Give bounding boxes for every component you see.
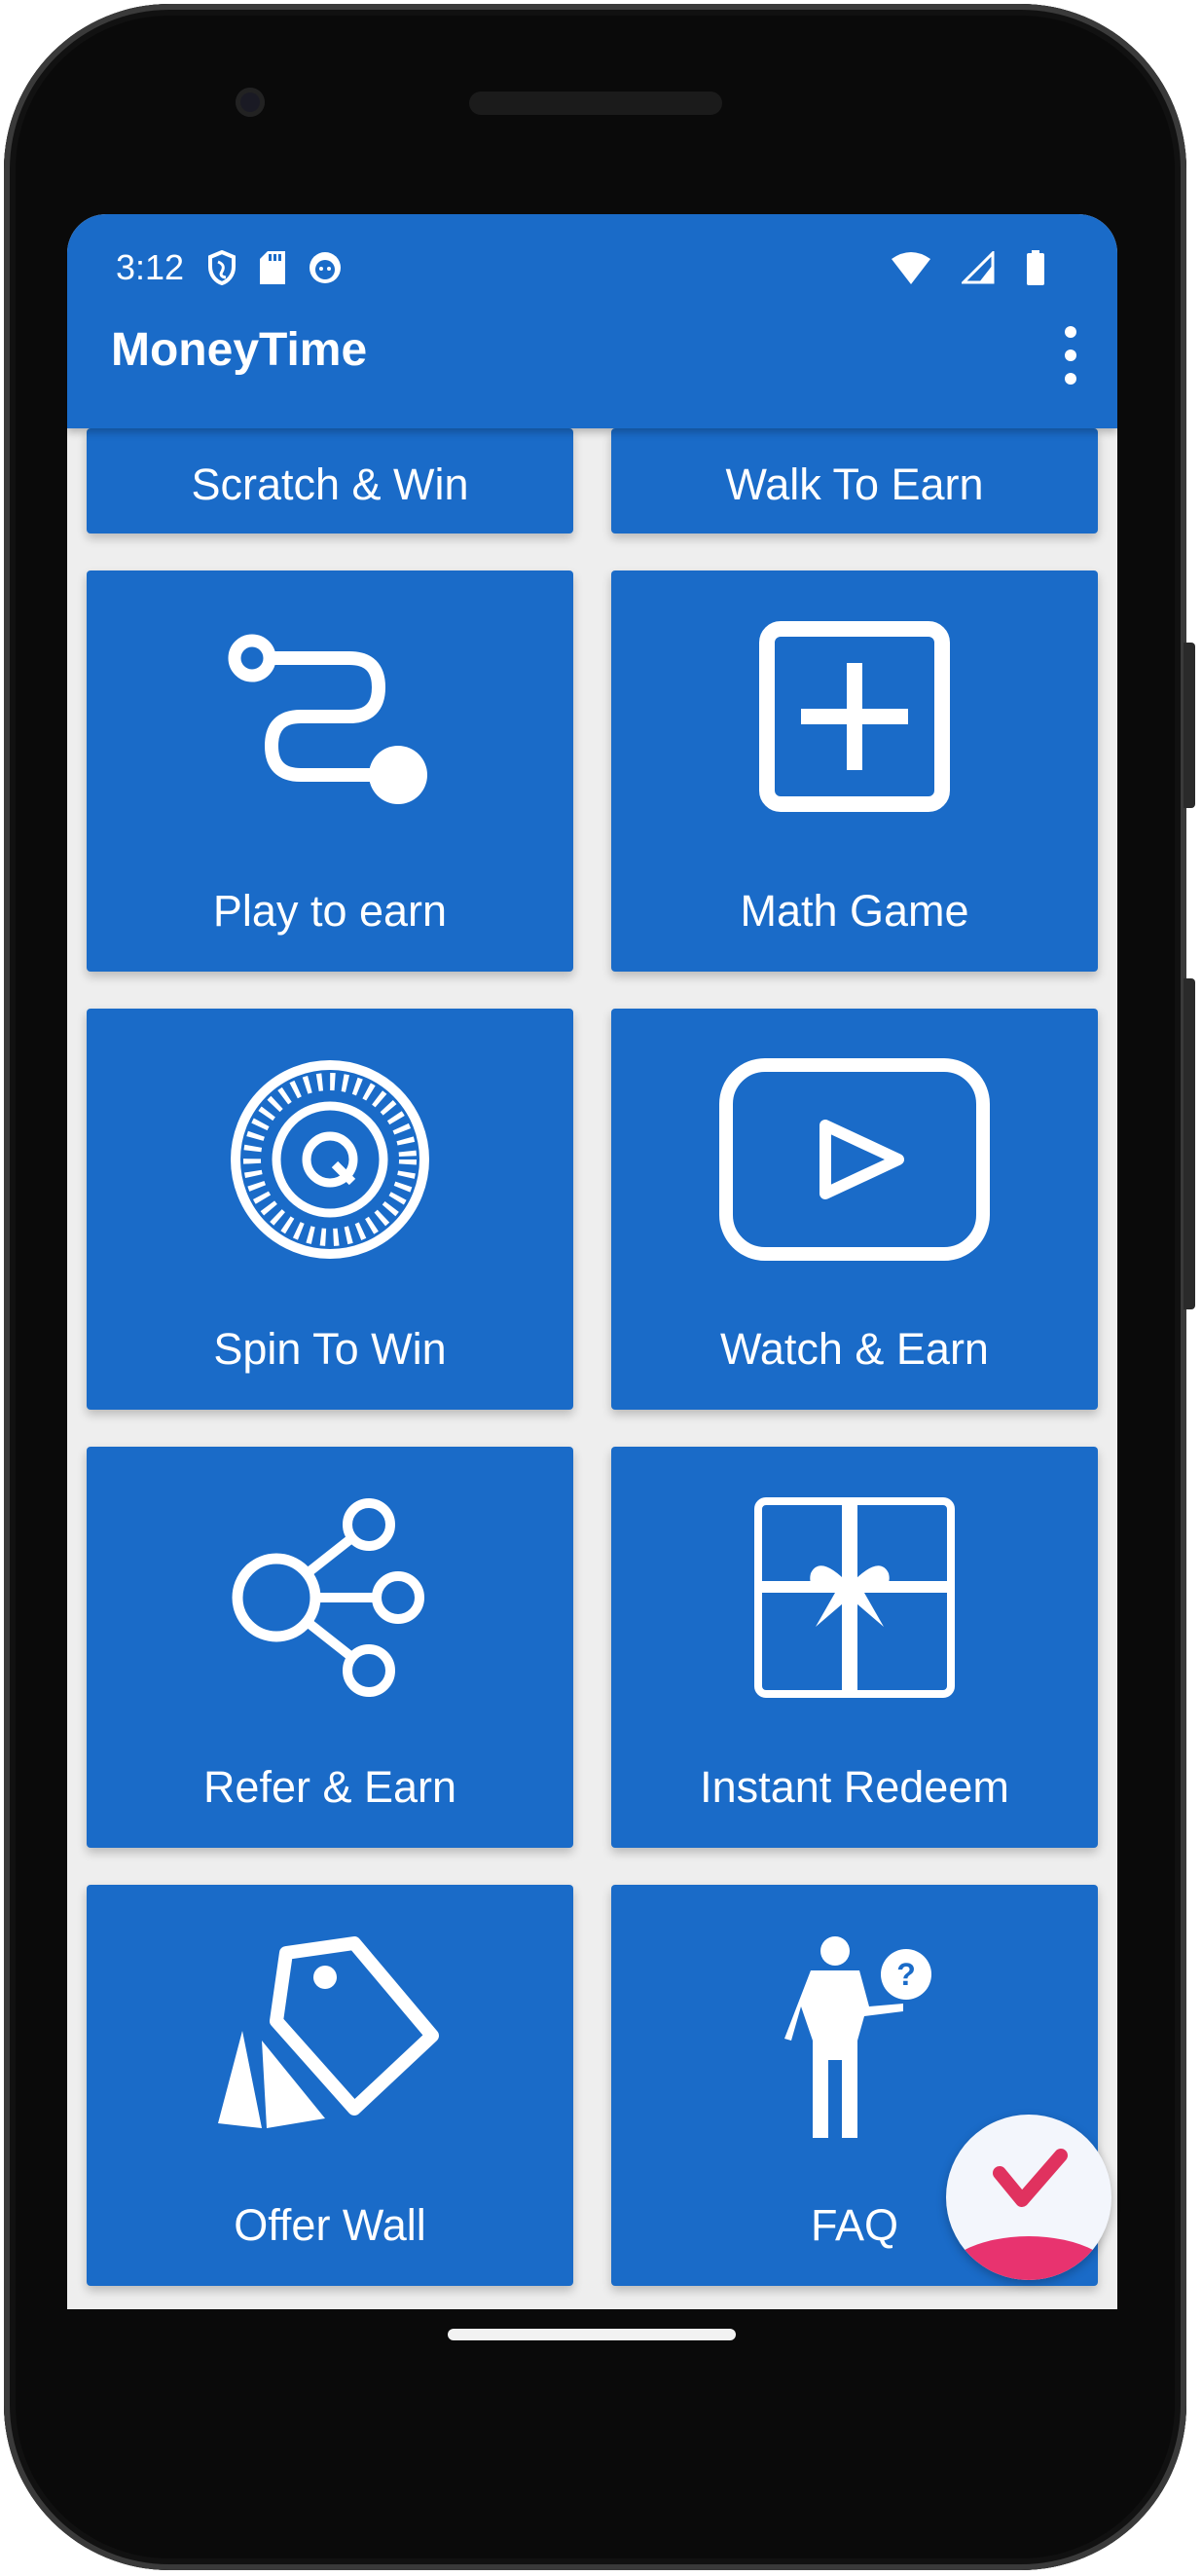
screen: 3:12 MoneyTime Scratch & Win Walk To Ear… (67, 214, 1117, 2309)
tile-spin-to-win[interactable]: Spin To Win (87, 1009, 573, 1410)
sd-card-icon (260, 251, 286, 284)
tile-instant-redeem[interactable]: Instant Redeem (611, 1447, 1098, 1848)
tag-icon (218, 1936, 439, 2128)
gift-icon (754, 1497, 955, 1698)
tile-label: Offer Wall (234, 2200, 426, 2250)
app-title: MoneyTime (111, 324, 368, 376)
tile-label: Refer & Earn (202, 1762, 457, 1812)
tile-walk-to-earn[interactable]: Walk To Earn (611, 428, 1098, 534)
tile-label: Math Game (740, 886, 969, 936)
more-vert-icon[interactable] (1061, 326, 1080, 385)
tile-label: Scratch & Win (191, 460, 469, 509)
tile-watch-earn[interactable]: Watch & Earn (611, 1009, 1098, 1410)
volume-button (1184, 978, 1195, 1309)
route-icon (228, 634, 427, 804)
tile-math-game[interactable]: Math Game (611, 570, 1098, 972)
tile-label: Watch & Earn (720, 1324, 989, 1374)
floating-checkmark-button[interactable] (946, 2115, 1111, 2280)
wifi-icon (892, 252, 930, 284)
dial-icon (231, 1060, 429, 1259)
front-camera (236, 88, 265, 117)
power-button (1184, 643, 1195, 808)
plus-box-icon (759, 621, 950, 812)
tile-refer-earn[interactable]: Refer & Earn (87, 1447, 573, 1848)
tile-play-to-earn[interactable]: Play to earn (87, 570, 573, 972)
status-time: 3:12 (116, 247, 185, 287)
earpiece (469, 92, 722, 115)
svg-text:?: ? (896, 1957, 916, 1992)
cat-icon (310, 252, 342, 283)
status-bar: 3:12 (116, 243, 1069, 292)
app-bar: 3:12 MoneyTime (67, 214, 1117, 428)
tile-label: Play to earn (212, 886, 448, 936)
battery-icon (1027, 250, 1044, 285)
signal-icon (962, 251, 995, 284)
tile-label: Walk To Earn (725, 460, 984, 509)
home-gesture-bar[interactable] (448, 2329, 736, 2340)
tile-label: Spin To Win (213, 1324, 447, 1374)
tile-offer-wall[interactable]: Offer Wall (87, 1885, 573, 2286)
share-icon (232, 1498, 424, 1697)
tile-label: Instant Redeem (700, 1762, 1009, 1812)
shield-icon (208, 250, 237, 285)
faq-person-icon: ? (784, 1936, 931, 2138)
tile-scratch-win[interactable]: Scratch & Win (87, 428, 573, 534)
play-icon (719, 1058, 990, 1261)
